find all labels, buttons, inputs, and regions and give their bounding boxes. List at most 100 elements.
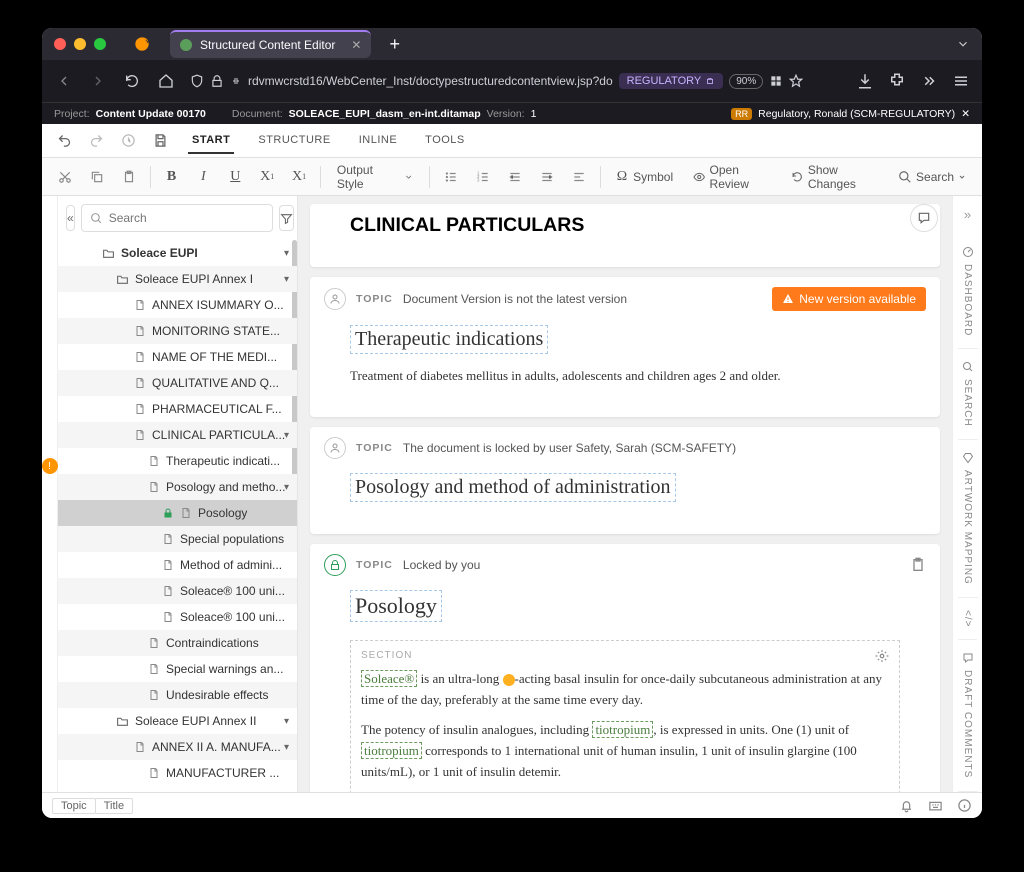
copy-button[interactable] — [82, 163, 112, 191]
forward-button[interactable] — [88, 71, 108, 91]
tree-item[interactable]: Method of admini... — [58, 552, 297, 578]
tree-item[interactable]: Soleace EUPI▾ — [58, 240, 297, 266]
heading-clinical-particulars[interactable]: CLINICAL PARTICULARS — [350, 214, 900, 237]
tabs-dropdown-icon[interactable] — [956, 37, 970, 51]
indent-button[interactable] — [532, 163, 562, 191]
close-window[interactable] — [54, 38, 66, 50]
address-box[interactable]: rdvmwcrstd16/WebCenter_Inst/doctypestruc… — [190, 73, 842, 89]
tree-item[interactable]: NAME OF THE MEDI... — [58, 344, 297, 370]
tree-item[interactable]: ANNEX II A. MANUFA...▾ — [58, 734, 297, 760]
output-style-dropdown[interactable]: Output Style — [327, 163, 424, 191]
filter-button[interactable] — [279, 205, 294, 231]
breadcrumb-topic[interactable]: Topic — [52, 798, 96, 814]
tiotropium-ref[interactable]: tiotropium — [592, 721, 653, 738]
outdent-button[interactable] — [500, 163, 530, 191]
tree-item[interactable]: Soleace EUPI Annex II▾ — [58, 708, 297, 734]
tab-start[interactable]: START — [188, 128, 234, 154]
cut-button[interactable] — [50, 163, 80, 191]
search-input[interactable] — [109, 211, 264, 225]
tree-item[interactable]: Special populations — [58, 526, 297, 552]
tree-item[interactable]: Soleace® 100 uni... — [58, 604, 297, 630]
outline-search[interactable] — [81, 204, 273, 232]
minimize-window[interactable] — [74, 38, 86, 50]
heading-posology-method[interactable]: Posology and method of administration — [350, 473, 676, 502]
tree-item[interactable]: ANNEX ISUMMARY O... — [58, 292, 297, 318]
rtab-dashboard[interactable]: DASHBOARD — [958, 234, 978, 349]
tab-structure[interactable]: STRUCTURE — [254, 128, 334, 154]
bookmark-icon[interactable] — [789, 74, 803, 88]
align-button[interactable] — [564, 163, 594, 191]
back-button[interactable] — [54, 71, 74, 91]
keyboard-icon[interactable] — [928, 798, 943, 813]
rtab-artwork[interactable]: ARTWORK MAPPING — [958, 440, 978, 598]
number-list-button[interactable]: 123 — [468, 163, 498, 191]
collapse-sidebar-button[interactable]: « — [66, 205, 75, 231]
zoom-level[interactable]: 90% — [729, 74, 763, 89]
reader-icon[interactable] — [769, 74, 783, 88]
heading-therapeutic-indications[interactable]: Therapeutic indications — [350, 325, 548, 354]
tree-item[interactable]: Soleace EUPI Annex I▾ — [58, 266, 297, 292]
tiotropium-ref-2[interactable]: tiotropium — [361, 742, 422, 759]
menu-icon[interactable] — [952, 72, 970, 90]
format-toolbar: B I U X1 X1 Output Style 123 Ω Symbol Op… — [42, 158, 982, 196]
new-tab-button[interactable]: + — [389, 34, 400, 55]
undo-button[interactable] — [50, 127, 78, 155]
close-tab-icon[interactable]: ✕ — [351, 38, 361, 52]
tree-item[interactable]: Therapeutic indicati... — [58, 448, 297, 474]
tree-item[interactable]: Posology and metho...▾ — [58, 474, 297, 500]
subscript-button[interactable]: X1 — [252, 163, 282, 191]
paste-button[interactable] — [114, 163, 144, 191]
posology-paragraph-2[interactable]: The potency of insulin analogues, includ… — [361, 720, 889, 782]
reload-button[interactable] — [122, 71, 142, 91]
show-changes-button[interactable]: Show Changes — [783, 163, 888, 191]
warning-icon[interactable]: ! — [42, 458, 58, 474]
tab-inline[interactable]: INLINE — [355, 128, 401, 154]
save-button[interactable] — [146, 127, 174, 155]
section-box[interactable]: SECTION Soleace® is an ultra-long -actin… — [350, 640, 900, 792]
browser-tab[interactable]: Structured Content Editor ✕ — [170, 30, 371, 58]
heading-posology[interactable]: Posology — [350, 590, 442, 622]
info-icon[interactable] — [957, 798, 972, 813]
tree-item[interactable]: QUALITATIVE AND Q... — [58, 370, 297, 396]
bell-icon[interactable] — [899, 798, 914, 813]
rtab-code[interactable]: </> — [958, 598, 977, 640]
posology-paragraph-1[interactable]: Soleace® is an ultra-long -acting basal … — [361, 669, 889, 711]
search-button[interactable]: Search — [890, 170, 974, 184]
open-review-button[interactable]: Open Review — [685, 163, 781, 191]
new-version-button[interactable]: New version available — [772, 287, 926, 311]
symbol-button[interactable]: Ω Symbol — [607, 169, 683, 185]
close-doc-icon[interactable]: ✕ — [961, 108, 970, 120]
comment-bubble-button[interactable] — [910, 204, 938, 232]
breadcrumb-title[interactable]: Title — [95, 798, 133, 814]
underline-button[interactable]: U — [220, 163, 250, 191]
history-button[interactable] — [114, 127, 142, 155]
soleace-ref[interactable]: Soleace® — [361, 670, 417, 687]
tree-item[interactable]: Special warnings an... — [58, 656, 297, 682]
tree-item[interactable]: MONITORING STATE... — [58, 318, 297, 344]
tree-item[interactable]: Posology — [58, 500, 297, 526]
expand-panel-button[interactable]: » — [958, 204, 978, 224]
rtab-comments[interactable]: DRAFT COMMENTS — [958, 640, 978, 791]
redo-button[interactable] — [82, 127, 110, 155]
extensions-icon[interactable] — [888, 72, 906, 90]
italic-button[interactable]: I — [188, 163, 218, 191]
maximize-window[interactable] — [94, 38, 106, 50]
overflow-icon[interactable] — [920, 72, 938, 90]
tree-item[interactable]: Undesirable effects — [58, 682, 297, 708]
tree-item[interactable]: MANUFACTURER ... — [58, 760, 297, 786]
section-settings-icon[interactable] — [875, 649, 889, 663]
tab-tools[interactable]: TOOLS — [421, 128, 469, 154]
rtab-search[interactable]: SEARCH — [958, 349, 978, 440]
superscript-button[interactable]: X1 — [284, 163, 314, 191]
clipboard-icon[interactable] — [910, 557, 926, 573]
home-button[interactable] — [156, 71, 176, 91]
bullet-list-button[interactable] — [436, 163, 466, 191]
download-icon[interactable] — [856, 72, 874, 90]
tree-item[interactable]: CLINICAL PARTICULA...▾ — [58, 422, 297, 448]
tree-item[interactable]: Contraindications — [58, 630, 297, 656]
comment-marker-icon[interactable] — [503, 674, 515, 686]
tree-item[interactable]: PHARMACEUTICAL F... — [58, 396, 297, 422]
body-therapeutic-indications[interactable]: Treatment of diabetes mellitus in adults… — [350, 366, 900, 387]
tree-item[interactable]: Soleace® 100 uni... — [58, 578, 297, 604]
bold-button[interactable]: B — [157, 163, 187, 191]
